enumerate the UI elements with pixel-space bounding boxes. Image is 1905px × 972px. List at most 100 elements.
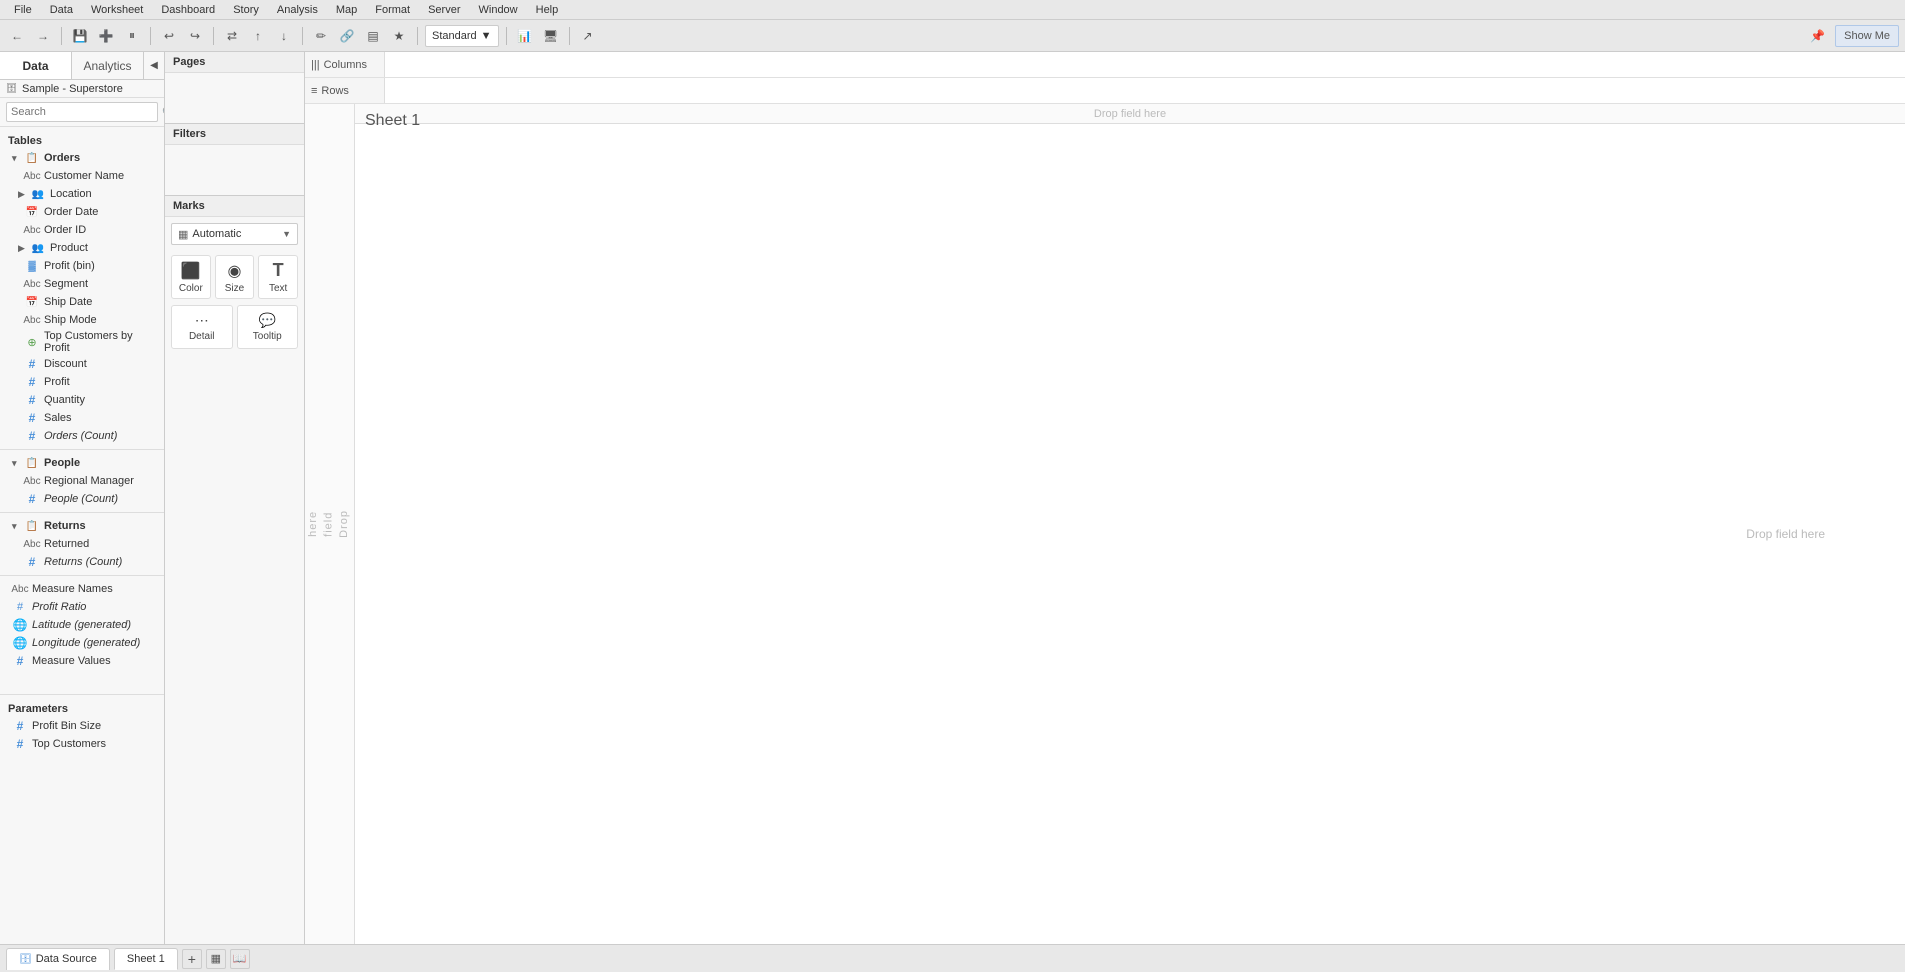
param-profit-bin-size[interactable]: # Profit Bin Size [0,717,164,735]
top-axis[interactable]: Drop field here [355,104,1905,124]
show-me-button[interactable]: Show Me [1835,25,1899,47]
field-segment[interactable]: Abc Segment [0,275,164,293]
divider1 [0,449,164,450]
rows-shelf-content[interactable] [385,78,1905,103]
marks-dropdown-label: Automatic [192,228,241,240]
columns-shelf-content[interactable] [385,52,1905,77]
latitude-label: Latitude (generated) [32,619,131,631]
menu-format[interactable]: Format [367,0,418,20]
sort-desc-button[interactable]: ↓ [273,25,295,47]
field-top-customers[interactable]: ⊕ Top Customers by Profit [0,329,164,355]
redo-button[interactable]: ↪ [184,25,206,47]
save-button[interactable]: 💾 [69,25,91,47]
orders-expand-icon: ▾ [12,153,22,164]
abc-icon-measurenames: Abc [12,581,28,597]
field-location[interactable]: ▶ 👥 Location [0,185,164,203]
field-people-count[interactable]: # People (Count) [0,490,164,508]
people-table-item[interactable]: ▾ 📋 People [0,454,164,472]
back-button[interactable]: ← [6,25,28,47]
menu-help[interactable]: Help [528,0,567,20]
field-orders-count[interactable]: # Orders (Count) [0,427,164,445]
returns-label: Returns [44,520,86,532]
param-top-customers[interactable]: # Top Customers [0,735,164,753]
menu-story[interactable]: Story [225,0,267,20]
pin-button[interactable]: 📌 [1804,25,1831,47]
chart-button[interactable]: 📊 [514,25,536,47]
marks-row-buttons: ⋯ Detail 💬 Tooltip [165,303,304,351]
field-profit-ratio[interactable]: # Profit Ratio [0,598,164,616]
field-regional-manager[interactable]: Abc Regional Manager [0,472,164,490]
field-quantity[interactable]: # Quantity [0,391,164,409]
field-order-date[interactable]: 📅 Order Date [0,203,164,221]
measure-names-label: Measure Names [32,583,113,595]
field-order-id[interactable]: Abc Order ID [0,221,164,239]
marks-section: Marks ▦ Automatic ▼ ⬛ Color ◉ Size T Tex… [165,196,304,944]
field-profit[interactable]: # Profit [0,373,164,391]
menu-window[interactable]: Window [471,0,526,20]
field-ship-date[interactable]: 📅 Ship Date [0,293,164,311]
abc-icon-returned: Abc [24,536,40,552]
marks-text-btn[interactable]: T Text [258,255,298,299]
marks-tooltip-btn[interactable]: 💬 Tooltip [237,305,299,349]
new-sheet-button[interactable]: + [182,949,202,969]
field-returns-count[interactable]: # Returns (Count) [0,553,164,571]
quantity-label: Quantity [44,394,85,406]
marks-type-dropdown[interactable]: ▦ Automatic ▼ [171,223,298,245]
tab-analytics[interactable]: Analytics [72,52,144,79]
location-expand: ▶ [18,189,28,200]
field-returned[interactable]: Abc Returned [0,535,164,553]
data-source-item[interactable]: 🗄 Sample - Superstore [0,80,164,98]
menu-worksheet[interactable]: Worksheet [83,0,151,20]
undo-button[interactable]: ↩ [158,25,180,47]
panel-collapse-arrow[interactable]: ◀ [144,52,164,79]
tab-data[interactable]: Data [0,52,72,79]
search-input[interactable] [6,102,158,122]
field-ship-mode[interactable]: Abc Ship Mode [0,311,164,329]
columns-shelf-text: Columns [324,59,367,71]
returns-table-item[interactable]: ▾ 📋 Returns [0,517,164,535]
field-latitude[interactable]: 🌐 Latitude (generated) [0,616,164,634]
new-dashboard-button[interactable]: ▦ [206,949,226,969]
pause-button[interactable]: ⏸ [121,25,143,47]
menu-map[interactable]: Map [328,0,365,20]
marks-detail-btn[interactable]: ⋯ Detail [171,305,233,349]
field-measure-names[interactable]: Abc Measure Names [0,580,164,598]
view-canvas[interactable]: Drop field here [355,124,1905,944]
field-product[interactable]: ▶ 👥 Product [0,239,164,257]
field-profit-bin[interactable]: ▓ Profit (bin) [0,257,164,275]
link-button[interactable]: 🔗 [336,25,358,47]
data-source-tab[interactable]: 🗄 Data Source [6,948,110,970]
pen-button[interactable]: ✏ [310,25,332,47]
field-sales[interactable]: # Sales [0,409,164,427]
menu-server[interactable]: Server [420,0,468,20]
share-button[interactable]: ↗ [577,25,599,47]
sheet1-tab[interactable]: Sheet 1 [114,948,178,970]
field-longitude[interactable]: 🌐 Longitude (generated) [0,634,164,652]
sort-asc-button[interactable]: ↑ [247,25,269,47]
present-button[interactable]: 🖥 [540,25,562,47]
menu-dashboard[interactable]: Dashboard [153,0,223,20]
num-icon-orderscount: # [24,428,40,444]
orders-table-item[interactable]: ▾ 📋 Orders [0,149,164,167]
ship-date-label: Ship Date [44,296,92,308]
order-date-label: Order Date [44,206,98,218]
new-story-button[interactable]: 📖 [230,949,250,969]
field-measure-values[interactable]: # Measure Values [0,652,164,670]
swap-button[interactable]: ⇄ [221,25,243,47]
marks-size-btn[interactable]: ◉ Size [215,255,255,299]
new-datasource-button[interactable]: ➕ [95,25,117,47]
marks-color-btn[interactable]: ⬛ Color [171,255,211,299]
standard-dropdown[interactable]: Standard ▼ [425,25,499,47]
menu-file[interactable]: File [6,0,40,20]
field-discount[interactable]: # Discount [0,355,164,373]
star-button[interactable]: ★ [388,25,410,47]
left-axis[interactable]: Dropfieldhere [305,104,355,944]
toolbar: ← → 💾 ➕ ⏸ ↩ ↪ ⇄ ↑ ↓ ✏ 🔗 ▤ ★ Standard ▼ 📊… [0,20,1905,52]
forward-button[interactable]: → [32,25,54,47]
bin-icon: ▓ [24,258,40,274]
abc-icon-regional: Abc [24,473,40,489]
menu-analysis[interactable]: Analysis [269,0,326,20]
field-customer-name[interactable]: Abc Customer Name [0,167,164,185]
filter-button[interactable]: ▤ [362,25,384,47]
menu-data[interactable]: Data [42,0,81,20]
